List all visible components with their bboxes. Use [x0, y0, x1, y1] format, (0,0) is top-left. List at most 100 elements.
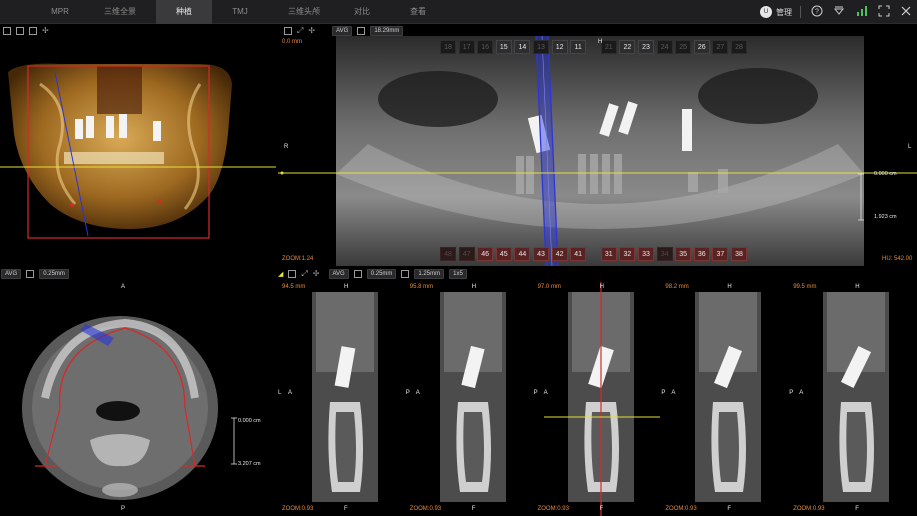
- lower-tooth-33[interactable]: 33: [638, 247, 654, 261]
- upper-tooth-27[interactable]: 27: [712, 40, 729, 54]
- upper-tooth-12[interactable]: 12: [551, 40, 568, 54]
- pointer-icon[interactable]: ◢: [278, 270, 283, 278]
- toolbar-divider: [800, 6, 801, 18]
- svg-text:?: ?: [815, 9, 819, 16]
- top-navigation-bar: MPR 三维全景 种植 TMJ 三维头颅 对比 查看 U 管理 ?: [0, 0, 917, 24]
- lower-tooth-41[interactable]: 41: [570, 247, 587, 261]
- cross-section-slice[interactable]: 99.5 mm H P A ZOOM:0.93 F: [789, 282, 917, 516]
- slice-position-label: 94.5 mm: [282, 284, 306, 290]
- close-icon[interactable]: [899, 5, 913, 19]
- panoramic-view[interactable]: ⤢ ✢ AVG 18.29mm 0.0 mm R L ZOOM:1.24 HU:…: [278, 24, 917, 266]
- zoom-label: ZOOM:0.93: [282, 506, 314, 512]
- tab-3d-panorama[interactable]: 三维全景: [92, 0, 148, 24]
- lower-tooth-35[interactable]: 35: [675, 247, 692, 261]
- upper-tooth-28[interactable]: 28: [731, 40, 747, 54]
- lower-tooth-34[interactable]: 34: [656, 247, 673, 261]
- lower-tooth-42[interactable]: 42: [551, 247, 568, 261]
- lower-tooth-47[interactable]: 47: [458, 247, 475, 261]
- upper-tooth-11[interactable]: 11: [570, 40, 587, 54]
- panoramic-image: [278, 35, 917, 266]
- tab-tmj[interactable]: TMJ: [218, 0, 262, 24]
- cross-section-slice[interactable]: 98.2 mm H P A ZOOM:0.93 F: [661, 282, 789, 516]
- zoom-label: ZOOM:0.93: [537, 506, 569, 512]
- orientation-head-label: H: [344, 284, 349, 290]
- axial-view[interactable]: AVG 0.25mm A P 0.000 cm 3.207 cm: [0, 268, 276, 516]
- orientation-foot-label: F: [471, 506, 476, 512]
- pano-scale-bottom: 1.923 cm: [874, 214, 897, 220]
- slice-position-label: 97.0 mm: [537, 284, 561, 290]
- cross-section-slice[interactable]: 97.0 mm H P A ZOOM:0.93 F: [534, 282, 662, 516]
- orientation-right-label: A: [543, 390, 548, 396]
- lower-tooth-44[interactable]: 44: [514, 247, 531, 261]
- orientation-right-label: A: [415, 390, 420, 396]
- zoom-label: ZOOM:0.93: [409, 506, 442, 512]
- slice-image: [439, 292, 506, 502]
- spacing-icon[interactable]: [401, 269, 410, 278]
- upper-tooth-18[interactable]: 18: [440, 40, 456, 54]
- orientation-left-label: P: [405, 390, 410, 396]
- upper-tooth-24[interactable]: 24: [656, 40, 673, 54]
- orientation-left-label: L: [278, 390, 282, 396]
- upper-tooth-14[interactable]: 14: [514, 40, 531, 54]
- cross-section-slice[interactable]: 94.5 mm H L A ZOOM:0.93 F: [278, 282, 406, 516]
- lower-tooth-36[interactable]: 36: [693, 247, 710, 261]
- orientation-foot-label: F: [855, 506, 859, 512]
- slab-thickness-select[interactable]: 0.25mm: [366, 268, 397, 279]
- camera-icon[interactable]: [288, 269, 297, 278]
- copy-icon[interactable]: [353, 269, 362, 278]
- slice-image: [312, 292, 378, 502]
- upper-h-marker: H: [598, 39, 603, 45]
- lower-tooth-31[interactable]: 31: [600, 247, 617, 261]
- cross-section-slice[interactable]: 95.8 mm H P A ZOOM:0.93 F: [406, 282, 534, 516]
- orientation-foot-label: F: [599, 506, 604, 512]
- tab-mpr[interactable]: MPR: [38, 0, 82, 24]
- orientation-right-label: A: [288, 390, 293, 396]
- crosshair-icon[interactable]: ✢: [313, 269, 320, 278]
- upper-tooth-21[interactable]: 21: [600, 40, 617, 54]
- lower-tooth-32[interactable]: 32: [619, 247, 636, 261]
- cross-section-views[interactable]: ◢ ⤢ ✢ AVG 0.25mm 1.25mm 1x5 94.5 mm H L A ZO…: [278, 268, 917, 516]
- cross-section-toolbar: ◢ ⤢ ✢ AVG 0.25mm 1.25mm 1x5: [278, 268, 467, 279]
- help-icon[interactable]: ?: [810, 5, 824, 19]
- slice-position-label: 95.8 mm: [409, 284, 434, 290]
- signal-icon: [855, 5, 869, 19]
- download-icon[interactable]: [832, 5, 846, 19]
- slice-image: [543, 282, 660, 516]
- user-name: 管理: [776, 7, 792, 17]
- render-mode-select[interactable]: AVG: [328, 268, 349, 279]
- upper-tooth-17[interactable]: 17: [458, 40, 475, 54]
- lower-tooth-38[interactable]: 38: [731, 247, 747, 261]
- slice-position-label: 99.5 mm: [793, 284, 817, 290]
- lower-tooth-37[interactable]: 37: [712, 247, 729, 261]
- fullscreen-icon[interactable]: [877, 5, 891, 19]
- upper-tooth-26[interactable]: 26: [693, 40, 710, 54]
- expand-icon[interactable]: ⤢: [301, 269, 307, 279]
- axial-image: [22, 316, 237, 500]
- orientation-head-label: H: [471, 284, 477, 290]
- orientation-head-label: H: [855, 284, 860, 290]
- tab-view[interactable]: 查看: [396, 0, 440, 24]
- upper-tooth-13[interactable]: 13: [533, 40, 549, 54]
- slice-spacing-select[interactable]: 1.25mm: [414, 268, 445, 279]
- lower-tooth-48[interactable]: 48: [440, 247, 456, 261]
- lower-tooth-46[interactable]: 46: [477, 247, 494, 261]
- axial-scale-bottom: 3.207 cm: [238, 461, 261, 467]
- upper-tooth-25[interactable]: 25: [675, 40, 692, 54]
- user-menu[interactable]: U 管理: [760, 5, 792, 19]
- orientation-head-label: H: [727, 284, 732, 290]
- tab-implant[interactable]: 种植: [156, 0, 212, 24]
- volume-render-view[interactable]: ✢: [0, 24, 276, 266]
- layout-select[interactable]: 1x5: [449, 268, 467, 279]
- upper-tooth-16[interactable]: 16: [477, 40, 494, 54]
- lower-tooth-45[interactable]: 45: [495, 247, 512, 261]
- upper-tooth-23[interactable]: 23: [638, 40, 654, 54]
- tab-compare[interactable]: 对比: [340, 0, 384, 24]
- tab-3d-cephalo[interactable]: 三维头颅: [276, 0, 332, 24]
- zoom-label: ZOOM:0.93: [793, 506, 825, 512]
- upper-tooth-15[interactable]: 15: [495, 40, 512, 54]
- avatar: U: [760, 6, 772, 18]
- upper-tooth-22[interactable]: 22: [619, 40, 636, 54]
- pano-scale-top: 0.000 cm: [874, 171, 897, 177]
- orientation-right-label: A: [799, 390, 804, 396]
- lower-tooth-43[interactable]: 43: [533, 247, 549, 261]
